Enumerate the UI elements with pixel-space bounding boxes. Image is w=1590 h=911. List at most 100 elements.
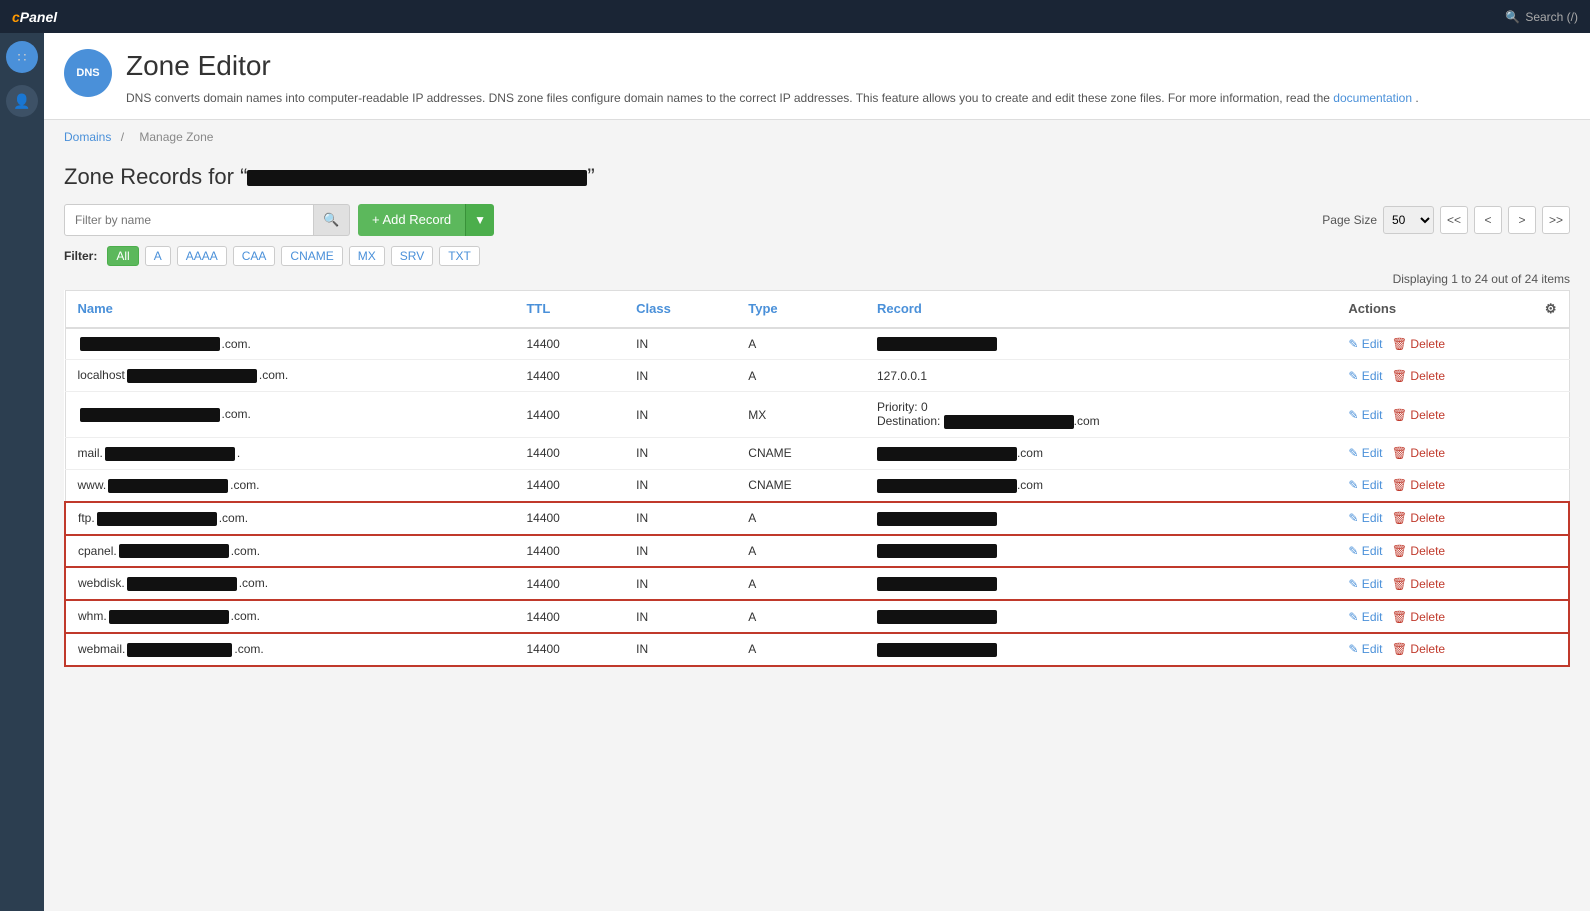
cell-name: .com. <box>65 392 514 438</box>
edit-button[interactable]: ✎ Edit <box>1348 577 1382 591</box>
cell-type: A <box>736 633 865 666</box>
filter-bar: Filter: All A AAAA CAA CNAME MX SRV TXT <box>64 246 1570 266</box>
filter-aaaa[interactable]: AAAA <box>177 246 227 266</box>
filter-input[interactable] <box>64 204 314 236</box>
sidebar: ∷ 👤 <box>0 33 44 911</box>
col-type[interactable]: Type <box>736 290 865 328</box>
edit-button[interactable]: ✎ Edit <box>1348 337 1382 351</box>
page-header: DNS Zone Editor DNS converts domain name… <box>44 33 1590 120</box>
delete-button[interactable]: 🗑 Delete <box>1392 577 1445 591</box>
cell-class: IN <box>624 438 736 470</box>
cell-actions: ✎ Edit 🗑 Delete <box>1336 633 1569 666</box>
cell-type: A <box>736 502 865 535</box>
cell-actions: ✎ Edit 🗑 Delete <box>1336 438 1569 470</box>
filter-cname[interactable]: CNAME <box>281 246 342 266</box>
filter-txt[interactable]: TXT <box>439 246 480 266</box>
delete-button[interactable]: 🗑 Delete <box>1392 369 1445 383</box>
dns-badge: DNS <box>64 49 112 97</box>
displaying-text: Displaying 1 to 24 out of 24 items <box>64 272 1570 286</box>
top-navbar: cPanel 🔍 Search (/) <box>0 0 1590 33</box>
edit-button[interactable]: ✎ Edit <box>1348 478 1382 492</box>
add-record-button[interactable]: + Add Record <box>358 204 465 236</box>
edit-button[interactable]: ✎ Edit <box>1348 642 1382 656</box>
cell-record <box>865 567 1336 600</box>
cell-type: A <box>736 600 865 633</box>
edit-button[interactable]: ✎ Edit <box>1348 446 1382 460</box>
sidebar-apps-icon[interactable]: ∷ <box>6 41 38 73</box>
gear-icon[interactable]: ⚙ <box>1545 301 1557 317</box>
delete-button[interactable]: 🗑 Delete <box>1392 511 1445 525</box>
edit-button[interactable]: ✎ Edit <box>1348 610 1382 624</box>
sidebar-user-icon[interactable]: 👤 <box>6 85 38 117</box>
cell-name: mail. . <box>65 438 514 470</box>
cell-type: CNAME <box>736 469 865 501</box>
toolbar-right: Page Size 50 10 25 100 << < > >> <box>1322 206 1570 234</box>
edit-button[interactable]: ✎ Edit <box>1348 544 1382 558</box>
filter-srv[interactable]: SRV <box>391 246 433 266</box>
add-record-dropdown-button[interactable]: ▼ <box>465 204 494 236</box>
layout: ∷ 👤 DNS Zone Editor DNS converts domain … <box>0 33 1590 911</box>
col-ttl[interactable]: TTL <box>514 290 624 328</box>
col-class: Class <box>624 290 736 328</box>
delete-button[interactable]: 🗑 Delete <box>1392 446 1445 460</box>
content-area: Zone Records for “ ” 🔍 + Add Record ▼ <box>44 154 1590 687</box>
delete-button[interactable]: 🗑 Delete <box>1392 337 1445 351</box>
delete-button[interactable]: 🗑 Delete <box>1392 544 1445 558</box>
table-row: mail. . 14400 IN CNAME .com ✎ Edit 🗑 Del… <box>65 438 1569 470</box>
delete-button[interactable]: 🗑 Delete <box>1392 610 1445 624</box>
cell-class: IN <box>624 600 736 633</box>
cell-ttl: 14400 <box>514 535 624 568</box>
cell-record <box>865 502 1336 535</box>
edit-button[interactable]: ✎ Edit <box>1348 511 1382 525</box>
nav-next-button[interactable]: > <box>1508 206 1536 234</box>
page-title-block: Zone Editor DNS converts domain names in… <box>126 49 1419 107</box>
cell-class: IN <box>624 502 736 535</box>
documentation-link[interactable]: documentation <box>1333 91 1412 105</box>
cell-ttl: 14400 <box>514 328 624 360</box>
page-size-select[interactable]: 50 10 25 100 <box>1383 206 1434 234</box>
nav-first-button[interactable]: << <box>1440 206 1468 234</box>
breadcrumb-domains[interactable]: Domains <box>64 130 111 144</box>
table-header-row: Name TTL Class Type Record Actions ⚙ <box>65 290 1569 328</box>
nav-prev-button[interactable]: < <box>1474 206 1502 234</box>
cell-record <box>865 600 1336 633</box>
table-row-highlighted: webdisk. .com. 14400 IN A ✎ Edit 🗑 Delet… <box>65 567 1569 600</box>
nav-left: cPanel <box>12 9 57 25</box>
cell-name: webmail. .com. <box>65 633 514 666</box>
edit-button[interactable]: ✎ Edit <box>1348 408 1382 422</box>
cell-class: IN <box>624 535 736 568</box>
cell-type: A <box>736 328 865 360</box>
page-size-label: Page Size <box>1322 213 1377 227</box>
nav-last-button[interactable]: >> <box>1542 206 1570 234</box>
edit-button[interactable]: ✎ Edit <box>1348 369 1382 383</box>
filter-all[interactable]: All <box>107 246 138 266</box>
delete-button[interactable]: 🗑 Delete <box>1392 478 1445 492</box>
filter-a[interactable]: A <box>145 246 171 266</box>
cell-class: IN <box>624 328 736 360</box>
col-record: Record <box>865 290 1336 328</box>
cell-name: localhost .com. <box>65 360 514 392</box>
cell-actions: ✎ Edit 🗑 Delete <box>1336 535 1569 568</box>
table-row: .com. 14400 IN A ✎ Edit 🗑 Delete <box>65 328 1569 360</box>
cell-record: .com <box>865 438 1336 470</box>
search-button[interactable]: 🔍 <box>314 204 350 236</box>
cell-class: IN <box>624 469 736 501</box>
cell-name: .com. <box>65 328 514 360</box>
cell-name: webdisk. .com. <box>65 567 514 600</box>
filter-caa[interactable]: CAA <box>233 246 276 266</box>
global-search[interactable]: 🔍 Search (/) <box>1505 10 1578 24</box>
cell-ttl: 14400 <box>514 633 624 666</box>
cell-actions: ✎ Edit 🗑 Delete <box>1336 392 1569 438</box>
table-row-highlighted: webmail. .com. 14400 IN A ✎ Edit 🗑 Delet… <box>65 633 1569 666</box>
filter-label: Filter: <box>64 249 97 263</box>
cell-record <box>865 535 1336 568</box>
cell-ttl: 14400 <box>514 392 624 438</box>
delete-button[interactable]: 🗑 Delete <box>1392 642 1445 656</box>
delete-button[interactable]: 🗑 Delete <box>1392 408 1445 422</box>
filter-mx[interactable]: MX <box>349 246 385 266</box>
cell-name: www. .com. <box>65 469 514 501</box>
col-name[interactable]: Name <box>65 290 514 328</box>
cell-ttl: 14400 <box>514 469 624 501</box>
domain-name-redacted <box>247 170 587 186</box>
records-table: Name TTL Class Type Record Actions ⚙ <box>64 290 1570 667</box>
